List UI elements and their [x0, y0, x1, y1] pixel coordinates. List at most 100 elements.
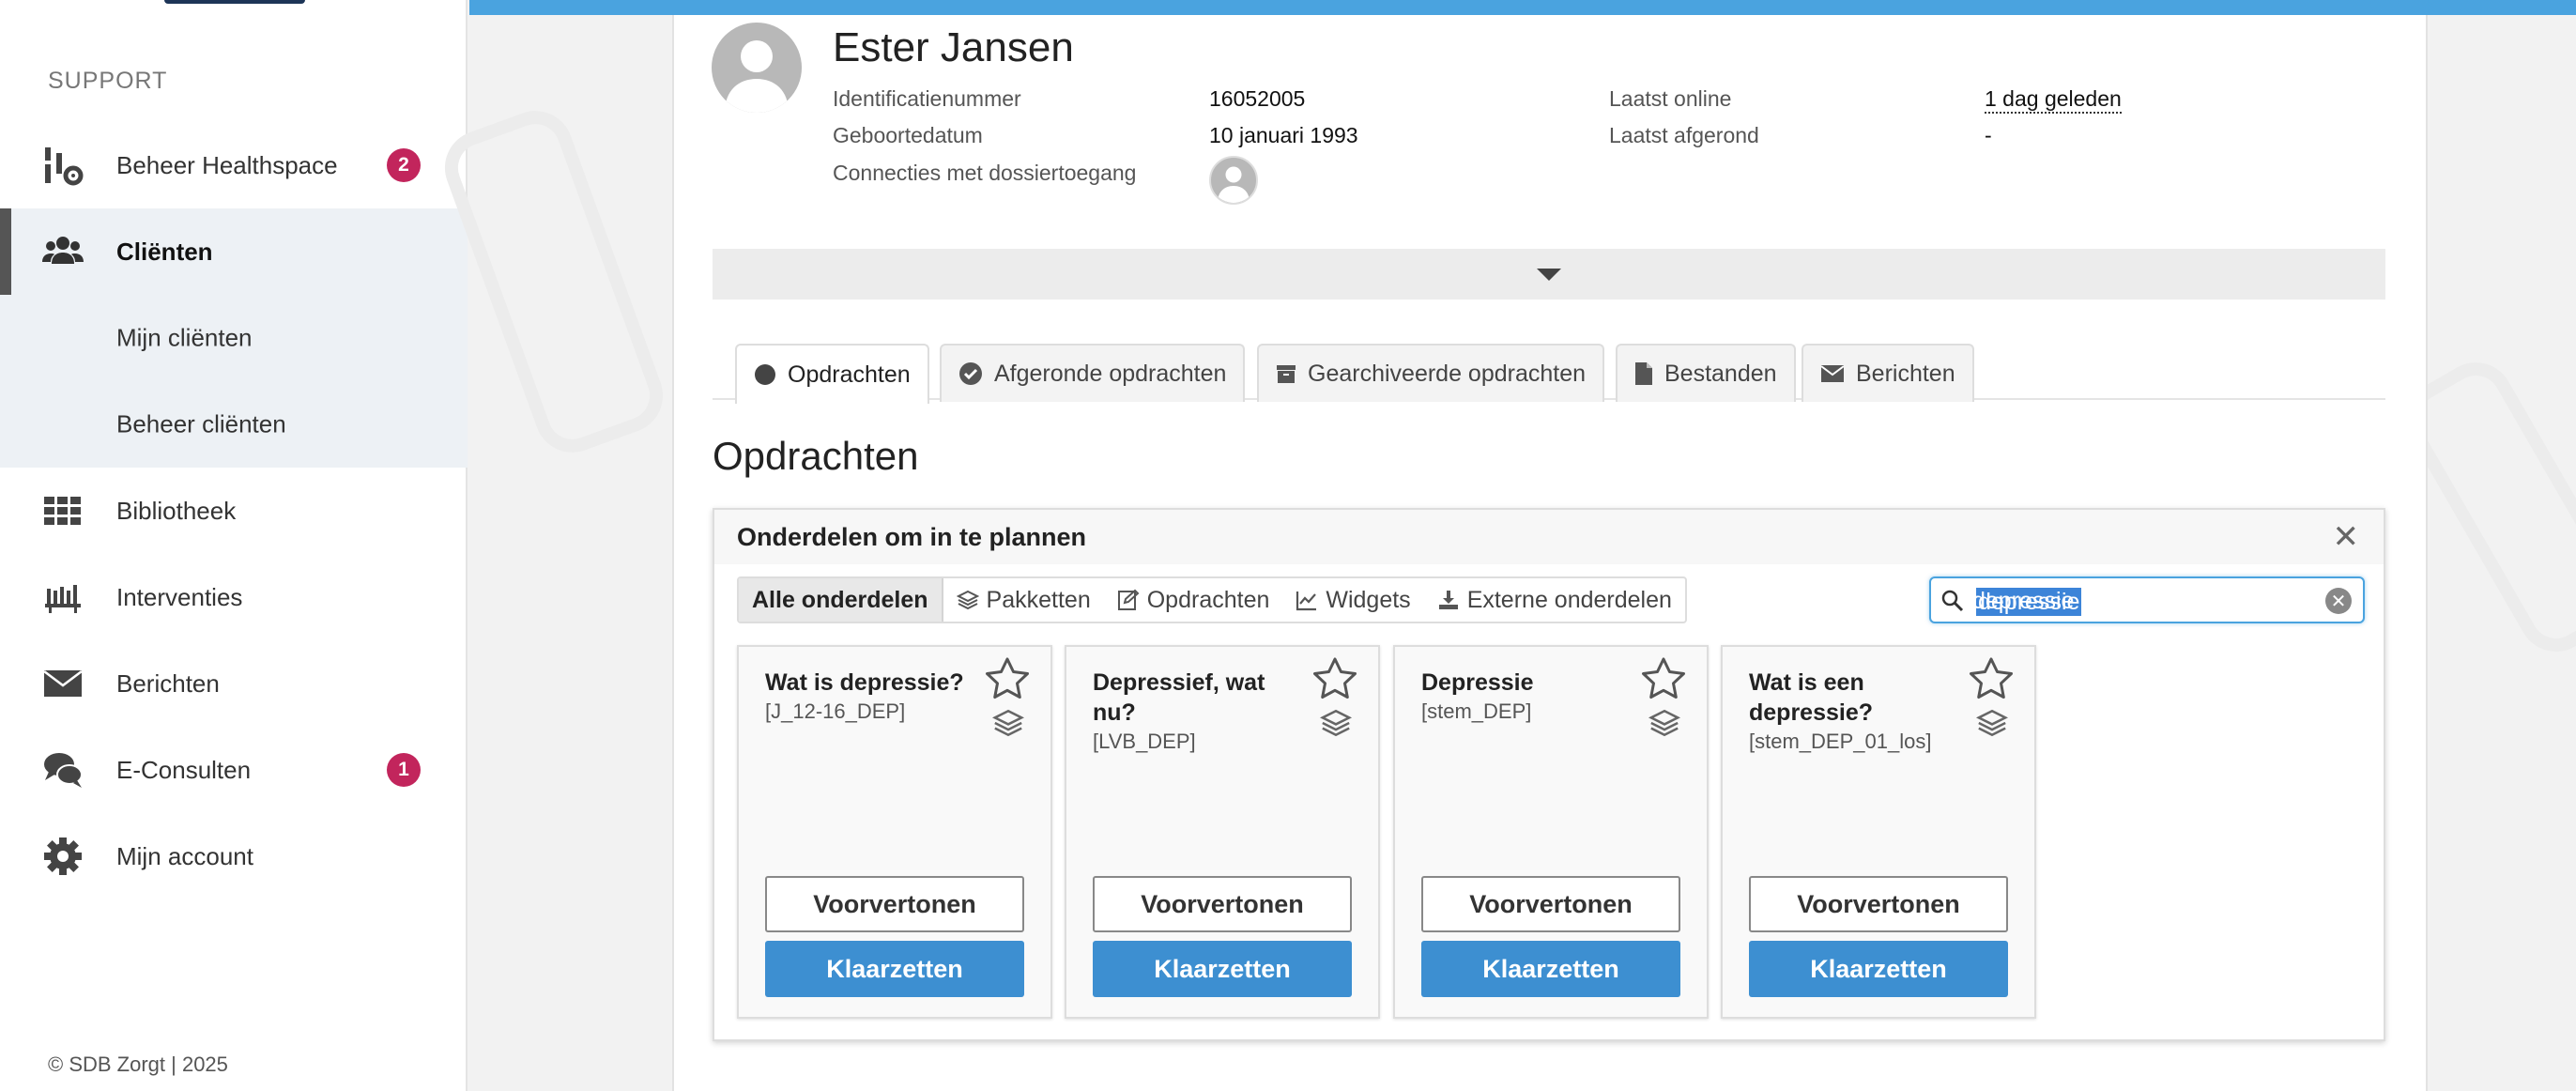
item-card: Depressief, wat nu? [LVB_DEP] Voorverton…	[1065, 645, 1380, 1019]
section-title: Opdrachten	[713, 434, 919, 478]
envelope-icon	[1820, 364, 1845, 383]
filter-externe-onderdelen[interactable]: Externe onderdelen	[1424, 578, 1685, 622]
import-icon	[1437, 589, 1460, 611]
gear-icon	[41, 835, 84, 878]
tab-bestanden[interactable]: Bestanden	[1616, 344, 1796, 402]
sidebar-item-beheer-healthspace[interactable]: Beheer Healthspace 2	[0, 122, 468, 208]
filter-bar: Alle onderdelen Pakketten Opdrachten Wid…	[737, 576, 1687, 623]
filter-label: Opdrachten	[1146, 586, 1270, 613]
item-card: Depressie [stem_DEP] Voorvertonen Klaarz…	[1393, 645, 1709, 1019]
tab-label: Afgeronde opdrachten	[994, 360, 1227, 387]
item-card: Wat is een depressie? [stem_DEP_01_los] …	[1721, 645, 2036, 1019]
tab-berichten[interactable]: Berichten	[1802, 344, 1974, 402]
sidebar-item-e-consulten[interactable]: E-Consulten 1	[0, 727, 468, 813]
ready-button[interactable]: Klaarzetten	[765, 941, 1024, 997]
search-input[interactable]	[1972, 586, 2310, 616]
sidebar-item-bibliotheek[interactable]: Bibliotheek	[0, 468, 468, 554]
filter-label: Pakketten	[986, 586, 1091, 613]
tab-gearchiveerde-opdrachten[interactable]: Gearchiveerde opdrachten	[1257, 344, 1605, 402]
star-icon[interactable]	[1312, 656, 1357, 699]
expand-details-toggle[interactable]	[713, 249, 2385, 300]
card-code: [J_12-16_DEP]	[765, 699, 906, 723]
layers-icon	[1320, 707, 1352, 739]
planner-title: Onderdelen om in te plannen	[737, 523, 1087, 551]
star-icon[interactable]	[1969, 656, 2014, 699]
sidebar-item-label: Mijn cliënten	[116, 323, 253, 352]
last-online-label: Laatst online	[1609, 86, 1732, 111]
client-name: Ester Jansen	[833, 24, 1074, 70]
dob-label: Geboortedatum	[833, 123, 983, 147]
sidebar-item-label: Mijn account	[116, 841, 253, 870]
sidebar-subitem-mijn-clienten[interactable]: Mijn cliënten	[0, 295, 468, 381]
search-box: depressie ✕	[1929, 576, 2365, 623]
filter-label: Widgets	[1326, 586, 1411, 613]
last-online-value[interactable]: 1 dag geleden	[1985, 86, 2122, 114]
last-completed-value: -	[1985, 123, 1992, 147]
preview-button[interactable]: Voorvertonen	[765, 876, 1024, 932]
filter-pakketten[interactable]: Pakketten	[943, 578, 1104, 622]
sidebar-item-label: Interventies	[116, 582, 243, 611]
layers-icon	[1976, 707, 2008, 739]
sidebar-section-title: SUPPORT	[48, 68, 168, 94]
chart-line-icon	[1296, 589, 1318, 611]
filter-widgets[interactable]: Widgets	[1282, 578, 1423, 622]
envelope-icon	[41, 662, 84, 705]
filter-opdrachten[interactable]: Opdrachten	[1104, 578, 1283, 622]
notification-badge: 2	[387, 148, 421, 182]
chat-icon	[41, 748, 84, 791]
sidebar-item-mijn-account[interactable]: Mijn account	[0, 813, 468, 899]
sidebar-subitem-beheer-clienten[interactable]: Beheer cliënten	[0, 381, 468, 468]
item-card: Wat is depressie? [J_12-16_DEP] Voorvert…	[737, 645, 1052, 1019]
sidebar-item-berichten[interactable]: Berichten	[0, 640, 468, 727]
sidebar-item-label: E-Consulten	[116, 755, 252, 784]
star-icon[interactable]	[985, 656, 1030, 699]
connections-label: Connecties met dossiertoegang	[833, 161, 1137, 185]
logo[interactable]	[164, 0, 305, 4]
sidebar-item-label: Bibliotheek	[116, 496, 237, 525]
ready-button[interactable]: Klaarzetten	[1093, 941, 1352, 997]
tab-bar: Opdrachten Afgeronde opdrachten Gearchiv…	[713, 344, 2385, 404]
sidebar-item-label: Berichten	[116, 668, 220, 698]
tab-label: Bestanden	[1664, 360, 1777, 387]
sidebar-item-label: Beheer cliënten	[116, 409, 286, 438]
id-label: Identificatienummer	[833, 86, 1021, 111]
card-title: Depressie	[1421, 669, 1534, 696]
planner-dialog: Onderdelen om in te plannen ✕ Alle onder…	[713, 508, 2385, 1041]
top-accent-bar	[469, 0, 2576, 15]
file-icon	[1634, 361, 1653, 386]
archive-icon	[1276, 363, 1296, 384]
last-completed-label: Laatst afgerond	[1609, 123, 1759, 147]
interventions-icon	[41, 576, 84, 619]
client-avatar	[712, 23, 802, 113]
sidebar-item-label: Cliënten	[116, 237, 213, 266]
preview-button[interactable]: Voorvertonen	[1093, 876, 1352, 932]
filter-alle-onderdelen[interactable]: Alle onderdelen	[739, 578, 943, 622]
clear-search-icon[interactable]: ✕	[2325, 588, 2352, 614]
dot-icon	[754, 363, 776, 386]
ready-button[interactable]: Klaarzetten	[1421, 941, 1680, 997]
sidebar-nav: Beheer Healthspace 2 Cliënten Mijn cliën…	[0, 122, 468, 899]
card-title: Wat is een depressie?	[1749, 669, 1874, 726]
close-icon[interactable]: ✕	[2333, 521, 2360, 553]
preview-button[interactable]: Voorvertonen	[1421, 876, 1680, 932]
card-title: Depressief, wat nu?	[1093, 669, 1265, 726]
layers-icon	[992, 707, 1024, 739]
sidebar-item-clienten[interactable]: Cliënten	[0, 208, 468, 295]
sidebar-item-interventies[interactable]: Interventies	[0, 554, 468, 640]
caret-down-icon	[1537, 268, 1561, 281]
ready-button[interactable]: Klaarzetten	[1749, 941, 2008, 997]
tab-opdrachten[interactable]: Opdrachten	[735, 344, 929, 404]
star-icon[interactable]	[1641, 656, 1686, 699]
tab-afgeronde-opdrachten[interactable]: Afgeronde opdrachten	[940, 344, 1246, 402]
users-icon	[41, 230, 84, 273]
sidebar-item-label: Beheer Healthspace	[116, 150, 338, 179]
layers-icon	[1648, 707, 1680, 739]
preview-button[interactable]: Voorvertonen	[1749, 876, 2008, 932]
footer-copyright: © SDB Zorgt | 2025	[48, 1053, 228, 1076]
layers-icon	[956, 589, 979, 611]
card-code: [LVB_DEP]	[1093, 730, 1196, 753]
filter-label: Externe onderdelen	[1466, 586, 1672, 613]
healthspace-admin-icon	[41, 144, 84, 187]
connection-avatar[interactable]	[1209, 156, 1258, 205]
filter-label: Alle onderdelen	[752, 586, 928, 613]
